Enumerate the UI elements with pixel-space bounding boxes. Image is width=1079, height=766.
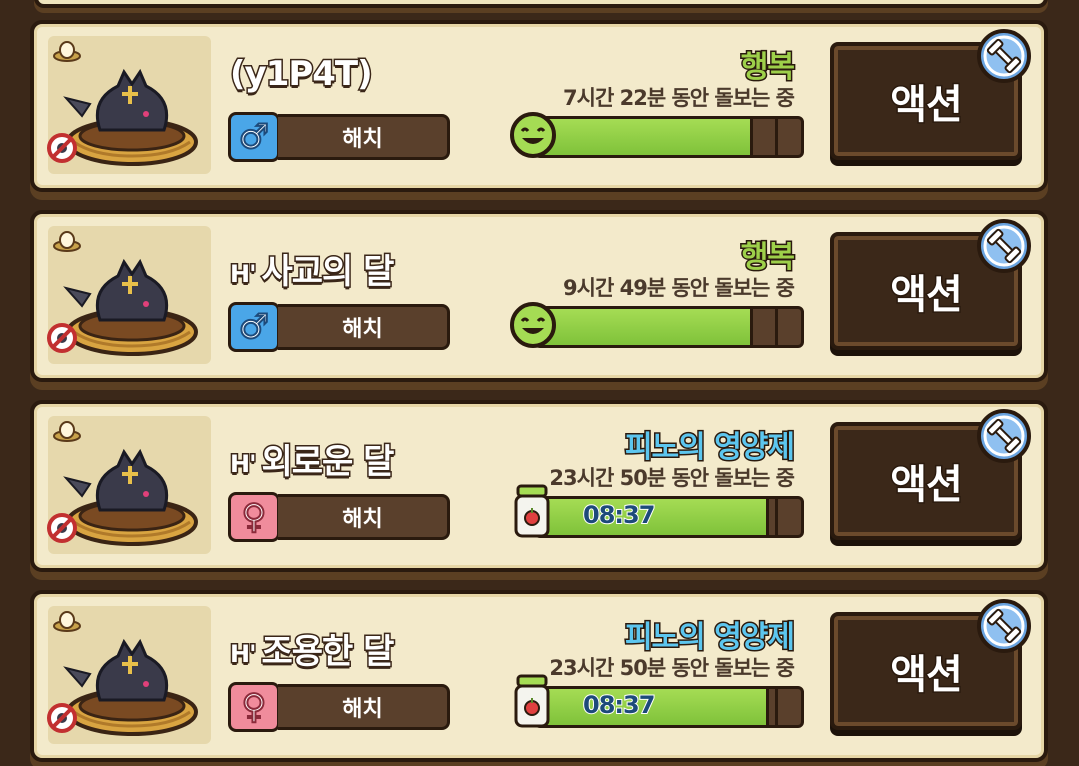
pet-card[interactable]: H' 사교의 달 ♂ 해치 행복 9시간 49분 동안 돌보는 중 액션 xyxy=(30,210,1048,382)
care-duration-text: 9시간 49분 동안 돌보는 중 xyxy=(563,276,795,300)
growth-stage-label: 해치 xyxy=(278,494,450,540)
wrench-icon[interactable] xyxy=(976,598,1032,654)
no-breed-icon xyxy=(47,513,77,543)
no-breed-icon xyxy=(47,133,77,163)
growth-stage-label: 해치 xyxy=(278,304,450,350)
pet-card[interactable]: H' 조용한 달 ♀ 해치 피노의 영양제 23시간 50분 동안 돌보는 중 0… xyxy=(30,590,1048,762)
pet-in-nest-icon xyxy=(63,258,198,356)
care-duration-text: 7시간 22분 동안 돌보는 중 xyxy=(563,86,795,110)
no-breed-icon xyxy=(47,703,77,733)
status-gauge xyxy=(534,306,804,348)
smile-face-icon xyxy=(510,112,556,158)
pet-in-nest-icon xyxy=(63,638,198,736)
no-breed-icon xyxy=(47,323,77,353)
care-duration-text: 23시간 50분 동안 돌보는 중 xyxy=(549,466,795,490)
pet-name: H' 외로운 달 xyxy=(228,441,395,484)
status-gauge: 08:37 xyxy=(534,686,804,728)
gender-icon: ♀ xyxy=(228,492,280,542)
status-gauge xyxy=(534,116,804,158)
pet-in-nest-icon xyxy=(63,448,198,546)
status-gauge: 08:37 xyxy=(534,496,804,538)
gender-icon: ♀ xyxy=(228,682,280,732)
pet-status-title: 행복 xyxy=(739,49,796,87)
nutrient-jar-icon xyxy=(514,674,550,728)
pet-name: (y1P4T) xyxy=(229,53,375,96)
growth-stage-label: 해치 xyxy=(278,114,450,160)
name-badge: H' xyxy=(228,448,258,479)
growth-stage-label: 해치 xyxy=(278,684,450,730)
care-duration-text: 23시간 50분 동안 돌보는 중 xyxy=(549,656,795,680)
pet-name: H' 조용한 달 xyxy=(228,631,395,674)
pet-list-screen: (y1P4T) ♂ 해치 행복 7시간 22분 동안 돌보는 중 액션 H' 사… xyxy=(0,0,1079,766)
name-badge: H' xyxy=(228,638,258,669)
smile-face-icon xyxy=(510,302,556,348)
gender-icon: ♂ xyxy=(228,302,280,352)
nutrient-timer: 08:37 xyxy=(582,690,656,720)
pet-name: H' 사교의 달 xyxy=(228,251,395,294)
pet-status-title: 피노의 영양제 xyxy=(623,619,796,657)
nutrient-timer: 08:37 xyxy=(582,500,656,530)
pet-card[interactable]: (y1P4T) ♂ 해치 행복 7시간 22분 동안 돌보는 중 액션 xyxy=(30,20,1048,192)
gauge-tick xyxy=(775,499,778,535)
wrench-icon[interactable] xyxy=(976,408,1032,464)
previous-card-edge xyxy=(34,0,1048,8)
nutrient-jar-icon xyxy=(514,484,550,538)
gauge-fill xyxy=(537,309,754,345)
gauge-tick xyxy=(775,119,778,155)
gauge-tick xyxy=(775,309,778,345)
pet-in-nest-icon xyxy=(63,68,198,166)
pet-card[interactable]: H' 외로운 달 ♀ 해치 피노의 영양제 23시간 50분 동안 돌보는 중 0… xyxy=(30,400,1048,572)
wrench-icon[interactable] xyxy=(976,28,1032,84)
pet-status-title: 피노의 영양제 xyxy=(623,429,796,467)
pet-status-title: 행복 xyxy=(739,239,796,277)
gauge-fill xyxy=(537,119,754,155)
gender-icon: ♂ xyxy=(228,112,280,162)
gauge-tick xyxy=(775,689,778,725)
name-badge: H' xyxy=(228,258,258,289)
wrench-icon[interactable] xyxy=(976,218,1032,274)
